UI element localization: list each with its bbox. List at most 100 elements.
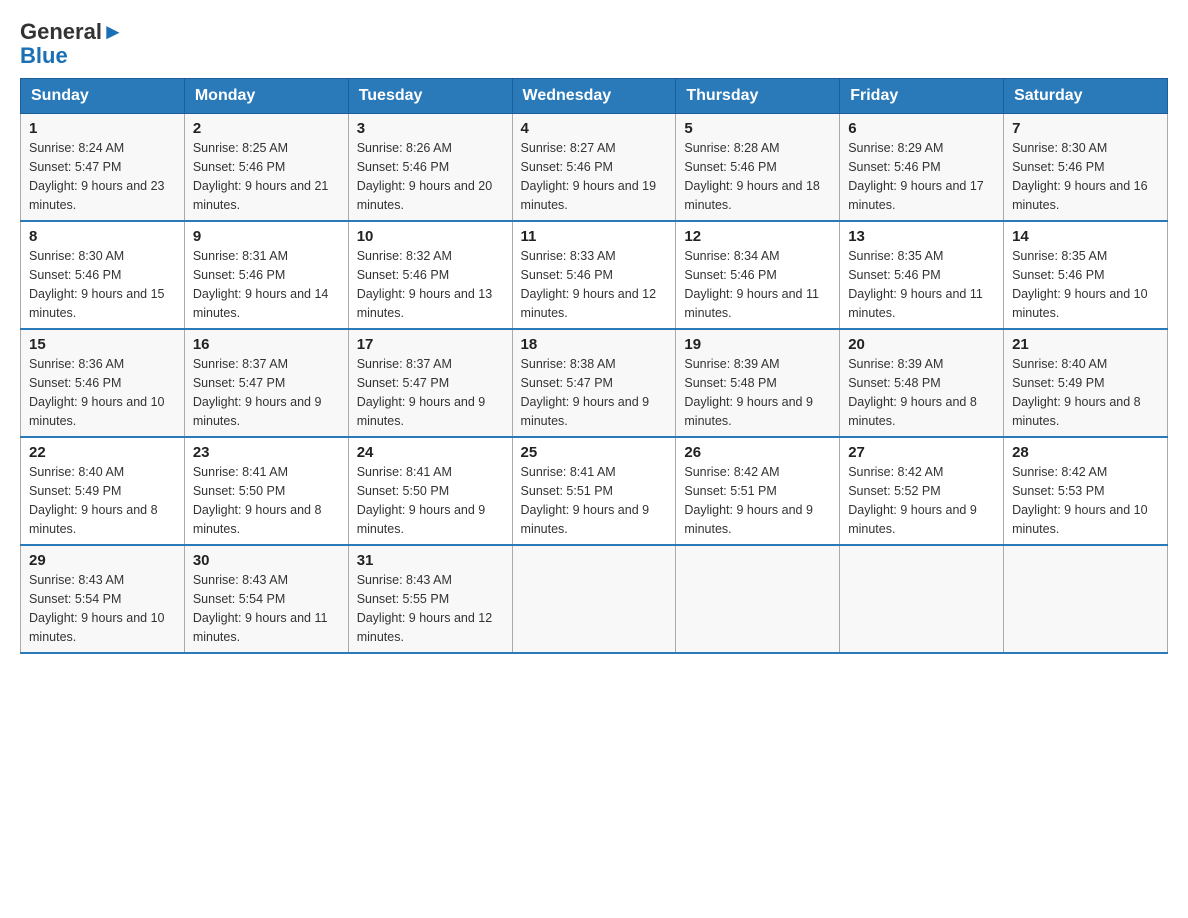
calendar-day-cell: 16 Sunrise: 8:37 AM Sunset: 5:47 PM Dayl… [184, 329, 348, 437]
day-number: 13 [848, 228, 995, 245]
day-info: Sunrise: 8:38 AM Sunset: 5:47 PM Dayligh… [521, 355, 668, 430]
weekday-header-friday: Friday [840, 79, 1004, 114]
day-number: 20 [848, 336, 995, 353]
day-number: 11 [521, 228, 668, 245]
day-number: 27 [848, 444, 995, 461]
day-number: 5 [684, 120, 831, 137]
calendar-day-cell: 15 Sunrise: 8:36 AM Sunset: 5:46 PM Dayl… [21, 329, 185, 437]
day-number: 17 [357, 336, 504, 353]
calendar-day-cell [1004, 545, 1168, 653]
day-info: Sunrise: 8:40 AM Sunset: 5:49 PM Dayligh… [1012, 355, 1159, 430]
logo-blue-label: Blue [20, 43, 68, 68]
day-number: 4 [521, 120, 668, 137]
calendar-day-cell: 30 Sunrise: 8:43 AM Sunset: 5:54 PM Dayl… [184, 545, 348, 653]
calendar-day-cell: 8 Sunrise: 8:30 AM Sunset: 5:46 PM Dayli… [21, 221, 185, 329]
calendar-day-cell: 12 Sunrise: 8:34 AM Sunset: 5:46 PM Dayl… [676, 221, 840, 329]
day-info: Sunrise: 8:41 AM Sunset: 5:50 PM Dayligh… [193, 463, 340, 538]
calendar-day-cell: 24 Sunrise: 8:41 AM Sunset: 5:50 PM Dayl… [348, 437, 512, 545]
day-number: 31 [357, 552, 504, 569]
calendar-day-cell: 3 Sunrise: 8:26 AM Sunset: 5:46 PM Dayli… [348, 114, 512, 222]
day-info: Sunrise: 8:43 AM Sunset: 5:54 PM Dayligh… [193, 571, 340, 646]
day-number: 19 [684, 336, 831, 353]
day-number: 23 [193, 444, 340, 461]
calendar-day-cell: 17 Sunrise: 8:37 AM Sunset: 5:47 PM Dayl… [348, 329, 512, 437]
calendar-day-cell: 5 Sunrise: 8:28 AM Sunset: 5:46 PM Dayli… [676, 114, 840, 222]
calendar-day-cell: 21 Sunrise: 8:40 AM Sunset: 5:49 PM Dayl… [1004, 329, 1168, 437]
day-number: 24 [357, 444, 504, 461]
day-info: Sunrise: 8:41 AM Sunset: 5:51 PM Dayligh… [521, 463, 668, 538]
day-info: Sunrise: 8:34 AM Sunset: 5:46 PM Dayligh… [684, 247, 831, 322]
logo-blue-text: ► [102, 19, 124, 44]
page-header: General►Blue [20, 20, 1168, 68]
calendar-day-cell: 29 Sunrise: 8:43 AM Sunset: 5:54 PM Dayl… [21, 545, 185, 653]
calendar-day-cell: 7 Sunrise: 8:30 AM Sunset: 5:46 PM Dayli… [1004, 114, 1168, 222]
calendar-day-cell: 10 Sunrise: 8:32 AM Sunset: 5:46 PM Dayl… [348, 221, 512, 329]
day-info: Sunrise: 8:36 AM Sunset: 5:46 PM Dayligh… [29, 355, 176, 430]
day-info: Sunrise: 8:40 AM Sunset: 5:49 PM Dayligh… [29, 463, 176, 538]
calendar-day-cell: 22 Sunrise: 8:40 AM Sunset: 5:49 PM Dayl… [21, 437, 185, 545]
day-number: 10 [357, 228, 504, 245]
calendar-day-cell [840, 545, 1004, 653]
calendar-day-cell: 11 Sunrise: 8:33 AM Sunset: 5:46 PM Dayl… [512, 221, 676, 329]
calendar-day-cell: 4 Sunrise: 8:27 AM Sunset: 5:46 PM Dayli… [512, 114, 676, 222]
day-info: Sunrise: 8:27 AM Sunset: 5:46 PM Dayligh… [521, 139, 668, 214]
logo-text: General►Blue [20, 20, 124, 68]
day-info: Sunrise: 8:43 AM Sunset: 5:54 PM Dayligh… [29, 571, 176, 646]
weekday-header-thursday: Thursday [676, 79, 840, 114]
calendar-day-cell: 9 Sunrise: 8:31 AM Sunset: 5:46 PM Dayli… [184, 221, 348, 329]
day-number: 30 [193, 552, 340, 569]
weekday-header-sunday: Sunday [21, 79, 185, 114]
day-info: Sunrise: 8:37 AM Sunset: 5:47 PM Dayligh… [357, 355, 504, 430]
day-info: Sunrise: 8:28 AM Sunset: 5:46 PM Dayligh… [684, 139, 831, 214]
day-info: Sunrise: 8:24 AM Sunset: 5:47 PM Dayligh… [29, 139, 176, 214]
day-number: 28 [1012, 444, 1159, 461]
day-info: Sunrise: 8:37 AM Sunset: 5:47 PM Dayligh… [193, 355, 340, 430]
day-info: Sunrise: 8:42 AM Sunset: 5:52 PM Dayligh… [848, 463, 995, 538]
day-info: Sunrise: 8:39 AM Sunset: 5:48 PM Dayligh… [684, 355, 831, 430]
day-number: 14 [1012, 228, 1159, 245]
weekday-header-wednesday: Wednesday [512, 79, 676, 114]
day-info: Sunrise: 8:33 AM Sunset: 5:46 PM Dayligh… [521, 247, 668, 322]
day-number: 16 [193, 336, 340, 353]
day-info: Sunrise: 8:26 AM Sunset: 5:46 PM Dayligh… [357, 139, 504, 214]
day-number: 3 [357, 120, 504, 137]
calendar-week-row: 8 Sunrise: 8:30 AM Sunset: 5:46 PM Dayli… [21, 221, 1168, 329]
calendar-day-cell: 6 Sunrise: 8:29 AM Sunset: 5:46 PM Dayli… [840, 114, 1004, 222]
day-info: Sunrise: 8:39 AM Sunset: 5:48 PM Dayligh… [848, 355, 995, 430]
day-number: 1 [29, 120, 176, 137]
day-info: Sunrise: 8:31 AM Sunset: 5:46 PM Dayligh… [193, 247, 340, 322]
day-number: 6 [848, 120, 995, 137]
day-info: Sunrise: 8:32 AM Sunset: 5:46 PM Dayligh… [357, 247, 504, 322]
day-number: 22 [29, 444, 176, 461]
calendar-table: SundayMondayTuesdayWednesdayThursdayFrid… [20, 78, 1168, 654]
day-number: 29 [29, 552, 176, 569]
calendar-week-row: 1 Sunrise: 8:24 AM Sunset: 5:47 PM Dayli… [21, 114, 1168, 222]
calendar-day-cell: 25 Sunrise: 8:41 AM Sunset: 5:51 PM Dayl… [512, 437, 676, 545]
day-info: Sunrise: 8:42 AM Sunset: 5:51 PM Dayligh… [684, 463, 831, 538]
day-number: 15 [29, 336, 176, 353]
day-number: 9 [193, 228, 340, 245]
day-number: 25 [521, 444, 668, 461]
calendar-day-cell: 20 Sunrise: 8:39 AM Sunset: 5:48 PM Dayl… [840, 329, 1004, 437]
weekday-header-tuesday: Tuesday [348, 79, 512, 114]
weekday-header-row: SundayMondayTuesdayWednesdayThursdayFrid… [21, 79, 1168, 114]
calendar-week-row: 29 Sunrise: 8:43 AM Sunset: 5:54 PM Dayl… [21, 545, 1168, 653]
calendar-day-cell: 31 Sunrise: 8:43 AM Sunset: 5:55 PM Dayl… [348, 545, 512, 653]
calendar-day-cell: 1 Sunrise: 8:24 AM Sunset: 5:47 PM Dayli… [21, 114, 185, 222]
calendar-day-cell: 28 Sunrise: 8:42 AM Sunset: 5:53 PM Dayl… [1004, 437, 1168, 545]
day-number: 8 [29, 228, 176, 245]
day-number: 12 [684, 228, 831, 245]
calendar-day-cell: 26 Sunrise: 8:42 AM Sunset: 5:51 PM Dayl… [676, 437, 840, 545]
day-info: Sunrise: 8:42 AM Sunset: 5:53 PM Dayligh… [1012, 463, 1159, 538]
calendar-day-cell: 23 Sunrise: 8:41 AM Sunset: 5:50 PM Dayl… [184, 437, 348, 545]
day-info: Sunrise: 8:35 AM Sunset: 5:46 PM Dayligh… [848, 247, 995, 322]
calendar-day-cell: 13 Sunrise: 8:35 AM Sunset: 5:46 PM Dayl… [840, 221, 1004, 329]
day-number: 18 [521, 336, 668, 353]
day-info: Sunrise: 8:41 AM Sunset: 5:50 PM Dayligh… [357, 463, 504, 538]
day-info: Sunrise: 8:35 AM Sunset: 5:46 PM Dayligh… [1012, 247, 1159, 322]
day-number: 26 [684, 444, 831, 461]
weekday-header-monday: Monday [184, 79, 348, 114]
logo: General►Blue [20, 20, 124, 68]
calendar-day-cell: 27 Sunrise: 8:42 AM Sunset: 5:52 PM Dayl… [840, 437, 1004, 545]
calendar-day-cell: 2 Sunrise: 8:25 AM Sunset: 5:46 PM Dayli… [184, 114, 348, 222]
